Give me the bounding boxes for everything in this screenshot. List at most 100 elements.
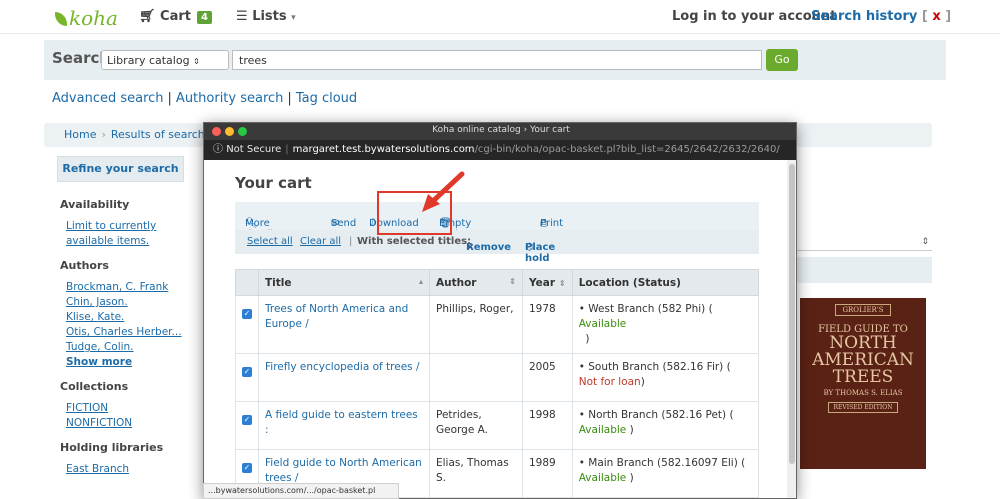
column-header-year[interactable]: Year ⇕ <box>522 269 573 296</box>
holding-library-item[interactable]: East Branch <box>66 462 184 477</box>
author-facet-item[interactable]: Klise, Kate. <box>66 310 184 325</box>
author-cell: Elias, Thomas S. <box>429 449 523 498</box>
remove-label: Remove <box>466 242 512 253</box>
top-nav: koha 🛒︎ Cart 4 ☰ Lists ▾ Log in to your a… <box>0 0 1000 34</box>
send-label: Send <box>331 218 357 229</box>
chevron-down-icon: ▾ <box>291 13 296 23</box>
refine-search-heading[interactable]: Refine your search <box>57 156 184 182</box>
cover-line: TREES <box>832 367 894 387</box>
cart-table: Title ▴ Author ⇕ Year ⇕ Location (Status) ✓… <box>235 269 760 498</box>
authors-facet: Brockman, C. Frank Chin, Jason. Klise, K… <box>66 280 184 370</box>
search-input[interactable]: trees <box>232 50 762 70</box>
status-text: Available <box>578 472 627 484</box>
title-link[interactable]: Field guide to North American trees / <box>265 457 422 484</box>
cart-popup-window: Koha online catalog › Your cart ⓘ Not Se… <box>203 122 797 499</box>
location-text: West Branch (582 Phi) ( <box>588 303 713 315</box>
author-facet-item[interactable]: Brockman, C. Frank <box>66 280 184 295</box>
table-row: ✓ A field guide to eastern trees : Petri… <box>235 401 760 450</box>
url-path: /cgi-bin/koha/opac-basket.pl?bib_list=26… <box>474 144 780 155</box>
go-button[interactable]: Go <box>766 49 798 71</box>
book-cover-image[interactable]: GROLIER'S FIELD GUIDE TO NORTH AMERICAN … <box>800 298 926 469</box>
cart-content: Your cart 🔍︎ More details ✉ Send ⇩ Downl… <box>222 160 772 498</box>
location-tail: ) <box>629 424 634 436</box>
cart-count-badge: 4 <box>197 11 212 24</box>
sort-select[interactable]: ⇕ <box>790 237 932 251</box>
clear-all-link[interactable]: Clear all <box>300 236 341 247</box>
location-tail: ) <box>585 333 590 345</box>
refine-sidebar: Refine your search Availability Limit to… <box>57 156 184 499</box>
collection-facet-item[interactable]: NONFICTION <box>66 416 184 431</box>
advanced-search-link[interactable]: Advanced search <box>52 91 164 106</box>
row-checkbox[interactable]: ✓ <box>242 309 252 319</box>
scrollbar[interactable] <box>787 160 796 498</box>
results-toolbar <box>790 257 932 283</box>
search-history-link[interactable]: Search history [ x ] <box>811 9 951 24</box>
column-author-label: Author <box>436 276 477 289</box>
search-bar: Search Library catalog ⇕ trees Go <box>44 40 946 80</box>
info-icon: ⓘ <box>213 144 223 155</box>
location-cell: • South Branch (582.16 Fir) ( Not for lo… <box>571 353 760 402</box>
holding-libraries-facet: East Branch <box>66 462 184 477</box>
lists-menu[interactable]: ☰ Lists ▾ <box>236 9 296 24</box>
show-more-link[interactable]: Show more <box>66 355 184 370</box>
leaf-icon <box>55 12 67 26</box>
title-link[interactable]: Firefly encyclopedia of trees / <box>265 361 420 373</box>
availability-heading: Availability <box>60 198 130 211</box>
cart-label: Cart <box>160 9 191 24</box>
table-row: ✓ Firefly encyclopedia of trees / 2005 •… <box>235 353 760 402</box>
column-header-author[interactable]: Author ⇕ <box>429 269 523 296</box>
search-history-label: Search history <box>811 9 918 24</box>
select-arrows-icon: ⇕ <box>193 57 200 66</box>
year-cell: 1989 <box>522 449 573 498</box>
row-checkbox[interactable]: ✓ <box>242 463 252 473</box>
location-text: South Branch (582.16 Fir) ( <box>588 361 731 373</box>
location-tail: ) <box>629 472 634 484</box>
url-bar[interactable]: ⓘ Not Secure | margaret.test.bywatersoluti… <box>204 140 796 160</box>
scrollbar-thumb[interactable] <box>789 164 795 464</box>
clear-history-button[interactable]: x <box>932 9 940 24</box>
table-row: ✓ Trees of North America and Europe / Ph… <box>235 295 760 354</box>
breadcrumb-home[interactable]: Home <box>64 128 96 141</box>
logo-text: koha <box>69 6 118 30</box>
author-facet-item[interactable]: Otis, Charles Herber... <box>66 325 184 340</box>
author-cell <box>429 353 523 402</box>
author-facet-item[interactable]: Tudge, Colin. <box>66 340 184 355</box>
title-link[interactable]: Trees of North America and Europe / <box>265 303 408 330</box>
not-secure-label: Not Secure <box>226 144 282 155</box>
cover-edition: REVISED EDITION <box>828 402 898 413</box>
lists-label: Lists <box>252 9 287 24</box>
sort-icon: ⇕ <box>559 278 566 288</box>
row-checkbox[interactable]: ✓ <box>242 415 252 425</box>
title-link[interactable]: A field guide to eastern trees : <box>265 409 418 436</box>
column-header-location: Location (Status) <box>571 269 760 296</box>
select-all-link[interactable]: Select all <box>247 236 293 247</box>
cart-button[interactable]: 🛒︎ Cart 4 <box>139 9 212 24</box>
year-cell: 2005 <box>522 353 573 402</box>
search-scope-select[interactable]: Library catalog ⇕ <box>101 50 229 70</box>
holding-libraries-heading: Holding libraries <box>60 441 164 454</box>
availability-facet: Limit to currently available items. <box>66 219 184 249</box>
print-label: Print <box>540 218 564 229</box>
column-header-title[interactable]: Title ▴ <box>258 269 430 296</box>
koha-logo[interactable]: koha <box>55 6 118 30</box>
place-hold-label: Place hold <box>525 242 556 264</box>
authority-search-link[interactable]: Authority search <box>176 91 284 106</box>
window-title: Koha online catalog › Your cart <box>432 125 570 135</box>
author-facet-item[interactable]: Chin, Jason. <box>66 295 184 310</box>
column-title-label: Title <box>265 276 292 289</box>
column-year-label: Year <box>529 276 556 289</box>
row-checkbox[interactable]: ✓ <box>242 367 252 377</box>
search-links: Advanced search | Authority search | Tag clo… <box>52 91 358 106</box>
limit-available-link[interactable]: Limit to currently available items. <box>66 219 184 249</box>
tag-cloud-link[interactable]: Tag cloud <box>296 91 357 106</box>
collections-facet: FICTION NONFICTION <box>66 401 184 431</box>
collections-heading: Collections <box>60 380 129 393</box>
url-host: margaret.test.bywatersolutions.com <box>292 144 475 155</box>
location-tail: ) <box>640 376 645 388</box>
year-cell: 1998 <box>522 401 573 450</box>
status-text: Available <box>578 318 627 330</box>
collection-facet-item[interactable]: FICTION <box>66 401 184 416</box>
location-text: North Branch (582.16 Pet) ( <box>588 409 734 421</box>
year-cell: 1978 <box>522 295 573 354</box>
status-text: Not for loan <box>578 376 641 388</box>
